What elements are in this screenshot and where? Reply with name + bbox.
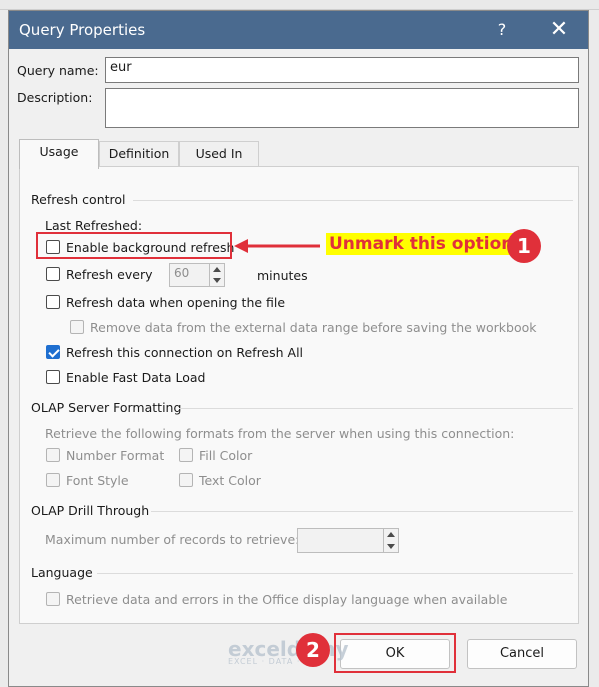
arrow-left-icon [234, 239, 320, 253]
font-style-label: Font Style [66, 473, 129, 488]
query-name-label: Query name: [17, 63, 99, 78]
olap-drill-title: OLAP Drill Through [31, 503, 150, 518]
number-format-label: Number Format [66, 448, 165, 463]
spin-up-icon [387, 532, 395, 537]
step-2-badge: 2 [296, 633, 330, 667]
refresh-every-label: Refresh every [66, 267, 153, 282]
close-button[interactable]: ✕ [545, 17, 573, 43]
help-button[interactable]: ? [489, 19, 515, 41]
group-divider [179, 408, 573, 409]
group-divider [133, 200, 573, 201]
refresh-minutes-value: 60 [174, 266, 190, 280]
spin-down-icon [387, 544, 395, 549]
refresh-all-label: Refresh this connection on Refresh All [66, 345, 304, 360]
font-style-checkbox [46, 473, 60, 487]
text-color-checkbox [179, 473, 193, 487]
fast-data-load-checkbox[interactable] [46, 370, 60, 384]
description-input[interactable] [105, 88, 579, 128]
language-title: Language [31, 565, 93, 580]
refresh-control-title: Refresh control [31, 192, 126, 207]
olap-formatting-description: Retrieve the following formats from the … [45, 426, 515, 441]
max-records-spinner [297, 528, 399, 553]
refresh-every-checkbox[interactable] [46, 267, 60, 281]
tab-definition[interactable]: Definition [99, 141, 179, 167]
refresh-minutes-spinner[interactable]: 60 [169, 263, 225, 287]
cancel-button[interactable]: Cancel [467, 639, 577, 669]
remove-data-checkbox [70, 320, 84, 334]
highlight-box-background-refresh [36, 232, 232, 259]
refresh-on-open-checkbox[interactable] [46, 295, 60, 309]
query-name-input[interactable]: eur [105, 57, 579, 83]
query-properties-dialog: Query Properties ? ✕ Query name: eur Des… [8, 10, 589, 687]
last-refreshed-label: Last Refreshed: [45, 218, 143, 233]
office-language-checkbox [46, 592, 60, 606]
step-1-badge: 1 [507, 229, 541, 263]
background-app-strip [0, 0, 599, 10]
olap-formatting-title: OLAP Server Formatting [31, 400, 182, 415]
group-divider [97, 573, 573, 574]
office-language-label: Retrieve data and errors in the Office d… [66, 592, 508, 607]
exceldemy-watermark: exceldemy EXCEL · DATA · BI [228, 637, 349, 666]
highlight-box-ok [334, 633, 456, 673]
title-bar: Query Properties ? ✕ [9, 11, 588, 49]
tab-used-in[interactable]: Used In [179, 141, 259, 167]
remove-data-label: Remove data from the external data range… [90, 320, 537, 335]
text-color-label: Text Color [199, 473, 261, 488]
fast-data-load-label: Enable Fast Data Load [66, 370, 206, 385]
spin-down-icon[interactable] [213, 278, 221, 283]
group-divider [151, 511, 573, 512]
refresh-all-checkbox[interactable] [46, 345, 60, 359]
spin-up-icon[interactable] [213, 267, 221, 272]
refresh-on-open-label: Refresh data when opening the file [66, 295, 286, 310]
fill-color-label: Fill Color [199, 448, 253, 463]
description-label: Description: [17, 90, 93, 105]
max-records-label: Maximum number of records to retrieve: [45, 532, 300, 547]
tab-usage[interactable]: Usage [19, 139, 99, 169]
fill-color-checkbox [179, 448, 193, 462]
dialog-title: Query Properties [19, 21, 146, 39]
minutes-label: minutes [257, 268, 308, 283]
number-format-checkbox [46, 448, 60, 462]
unmark-instruction-label: Unmark this option [326, 233, 517, 255]
